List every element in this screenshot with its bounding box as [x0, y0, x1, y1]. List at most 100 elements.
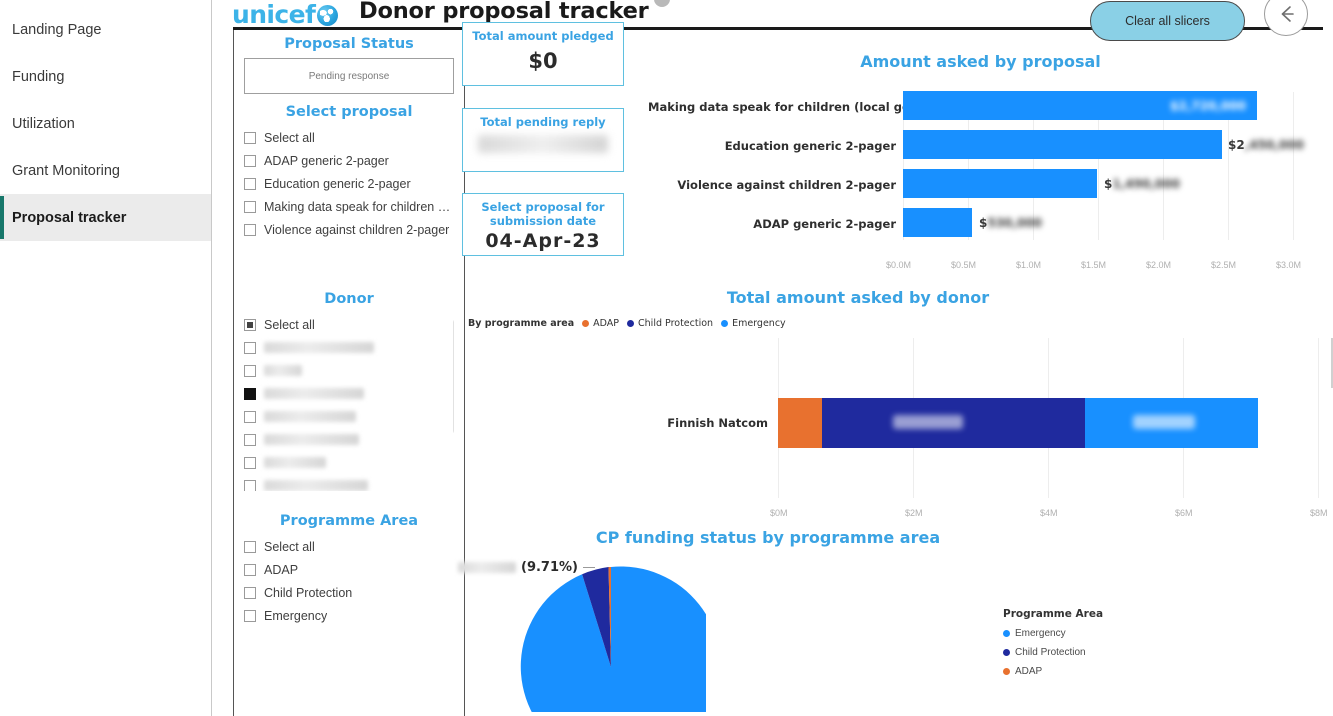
proposal-checkbox-making-data-speak[interactable]: Making data speak for children (lo...	[244, 195, 454, 218]
sidebar-item-label: Funding	[12, 68, 65, 85]
bar-value-redacted: 530,000	[987, 216, 1043, 230]
kpi-card-total-pledged[interactable]: Total amount pledged $0	[462, 22, 624, 86]
axis-tick: $0.0M	[886, 260, 912, 270]
list-item[interactable]	[244, 336, 454, 359]
axis-tick: $1.5M	[1081, 260, 1107, 270]
checkbox-icon	[244, 433, 256, 446]
legend-swatch-emergency	[1003, 630, 1010, 637]
chart-title: CP funding status by programme area	[595, 528, 941, 547]
proposal-checkbox-education[interactable]: Education generic 2-pager	[244, 172, 454, 195]
pie-slice-emergency[interactable]	[520, 566, 706, 712]
checkbox-icon	[244, 586, 256, 599]
legend-label: ADAP	[593, 318, 620, 329]
programme-checkbox-select-all[interactable]: Select all	[244, 535, 454, 558]
pie-chart-svg[interactable]	[516, 562, 706, 712]
chart-plot-area: Making data speak for children (local go…	[648, 84, 1313, 254]
redacted-donor-name	[264, 480, 368, 491]
redacted-donor-name	[264, 434, 359, 445]
chart-cp-funding-status-by-programme-area[interactable]: CP funding status by programme area (9.7…	[458, 528, 1198, 716]
gridline	[1293, 92, 1294, 240]
checkbox-icon	[244, 177, 256, 190]
kpi-value: 04-Apr-23	[485, 230, 601, 252]
axis-tick: $2.0M	[1146, 260, 1172, 270]
bar-value-redacted: 1,490,000	[1112, 177, 1180, 191]
stacked-bar[interactable]	[778, 398, 1318, 448]
list-item[interactable]	[244, 428, 454, 451]
chart-title: Total amount asked by donor	[726, 288, 990, 307]
checkbox-icon	[244, 479, 256, 491]
bar-value-label: $1,490,000	[1104, 177, 1180, 191]
list-item-label: Child Protection	[264, 585, 353, 600]
list-item[interactable]	[244, 382, 454, 405]
list-item-label: Select all	[264, 539, 315, 554]
bar[interactable]	[903, 169, 1097, 198]
sidebar-item-label: Utilization	[12, 115, 75, 132]
checkbox-icon	[244, 154, 256, 167]
back-button[interactable]	[1264, 0, 1308, 36]
unicef-wordmark: unicef	[232, 0, 316, 29]
kpi-card-submission-date[interactable]: Select proposal for submission date 04-A…	[462, 193, 624, 256]
legend-item-emergency[interactable]: Emergency	[1003, 624, 1103, 643]
legend-item-child-protection[interactable]: Child Protection	[1003, 643, 1103, 662]
bar-value-label: $2,450,000	[1228, 138, 1304, 152]
list-item[interactable]	[244, 474, 454, 491]
pie-legend: Programme Area Emergency Child Protectio…	[1003, 608, 1103, 681]
sidebar-item-label: Landing Page	[12, 21, 102, 38]
donor-list-scrollbar[interactable]	[453, 319, 454, 479]
sidebar-item-utilization[interactable]: Utilization	[0, 100, 211, 147]
clear-all-slicers-button[interactable]: Clear all slicers	[1090, 1, 1245, 41]
axis-tick: $0M	[770, 508, 788, 518]
programme-checkbox-emergency[interactable]: Emergency	[244, 604, 454, 627]
proposal-status-dropdown[interactable]: Pending response	[244, 58, 454, 94]
chart-total-amount-asked-by-donor[interactable]: Total amount asked by donor By programme…	[458, 288, 1333, 528]
sidebar-item-funding[interactable]: Funding	[0, 53, 211, 100]
sidebar-item-grant-monitoring[interactable]: Grant Monitoring	[0, 147, 211, 194]
list-item-label: Violence against children 2-pager	[264, 222, 450, 237]
legend-item-adap[interactable]: ADAP	[1003, 662, 1103, 681]
bar-category-label: Making data speak for children (local go…	[648, 100, 930, 114]
kpi-label: Select proposal for submission date	[481, 200, 605, 228]
list-item[interactable]	[244, 451, 454, 474]
axis-tick: $6M	[1175, 508, 1193, 518]
list-item[interactable]	[244, 359, 454, 382]
programme-checkbox-child-protection[interactable]: Child Protection	[244, 581, 454, 604]
list-item[interactable]	[244, 405, 454, 428]
donor-checkbox-select-all[interactable]: Select all	[244, 313, 454, 336]
bar[interactable]	[903, 130, 1222, 159]
checkbox-icon	[244, 410, 256, 423]
sidebar-item-landing-page[interactable]: Landing Page	[0, 6, 211, 53]
axis-tick: $0.5M	[951, 260, 977, 270]
proposal-checkbox-adap[interactable]: ADAP generic 2-pager	[244, 149, 454, 172]
scrollbar-thumb[interactable]	[453, 319, 454, 434]
axis-tick: $1.0M	[1016, 260, 1042, 270]
list-item-label: Select all	[264, 130, 315, 145]
legend-swatch-adap	[1003, 668, 1010, 675]
pie-callout-value-redacted	[458, 562, 516, 573]
info-icon[interactable]	[654, 0, 670, 7]
programme-checkbox-adap[interactable]: ADAP	[244, 558, 454, 581]
legend-swatch-emergency	[721, 320, 729, 327]
redacted-donor-name	[264, 457, 326, 468]
axis-tick: $2M	[905, 508, 923, 518]
page-title: Donor proposal tracker	[359, 0, 649, 24]
sidebar-item-proposal-tracker[interactable]: Proposal tracker	[0, 194, 211, 241]
chart-plot-area: Finnish Natcom	[458, 338, 1333, 503]
legend-title: Programme Area	[1003, 608, 1104, 620]
legend-swatch-child-protection	[627, 320, 635, 327]
bar-segment-adap[interactable]	[778, 398, 822, 448]
kpi-card-total-pending-reply[interactable]: Total pending reply	[462, 108, 624, 172]
slicer-panel: Proposal Status Pending response Select …	[233, 30, 465, 716]
gridline	[1318, 338, 1319, 498]
back-arrow-icon	[1281, 6, 1294, 22]
bar-category-label: Education generic 2-pager	[724, 139, 896, 153]
powerbi-report-page: Landing Page Funding Utilization Grant M…	[0, 0, 1333, 716]
proposal-checkbox-violence[interactable]: Violence against children 2-pager	[244, 218, 454, 241]
list-item-label: Emergency	[264, 608, 328, 623]
proposal-checkbox-select-all[interactable]: Select all	[244, 126, 454, 149]
chart-amount-asked-by-proposal[interactable]: Amount asked by proposal Making data spe…	[648, 48, 1313, 283]
checkbox-icon	[244, 341, 256, 354]
legend-title: By programme area	[468, 318, 575, 329]
bar[interactable]	[903, 208, 972, 237]
donor-list[interactable]: Select all	[244, 313, 454, 491]
redacted-donor-name	[264, 342, 374, 353]
